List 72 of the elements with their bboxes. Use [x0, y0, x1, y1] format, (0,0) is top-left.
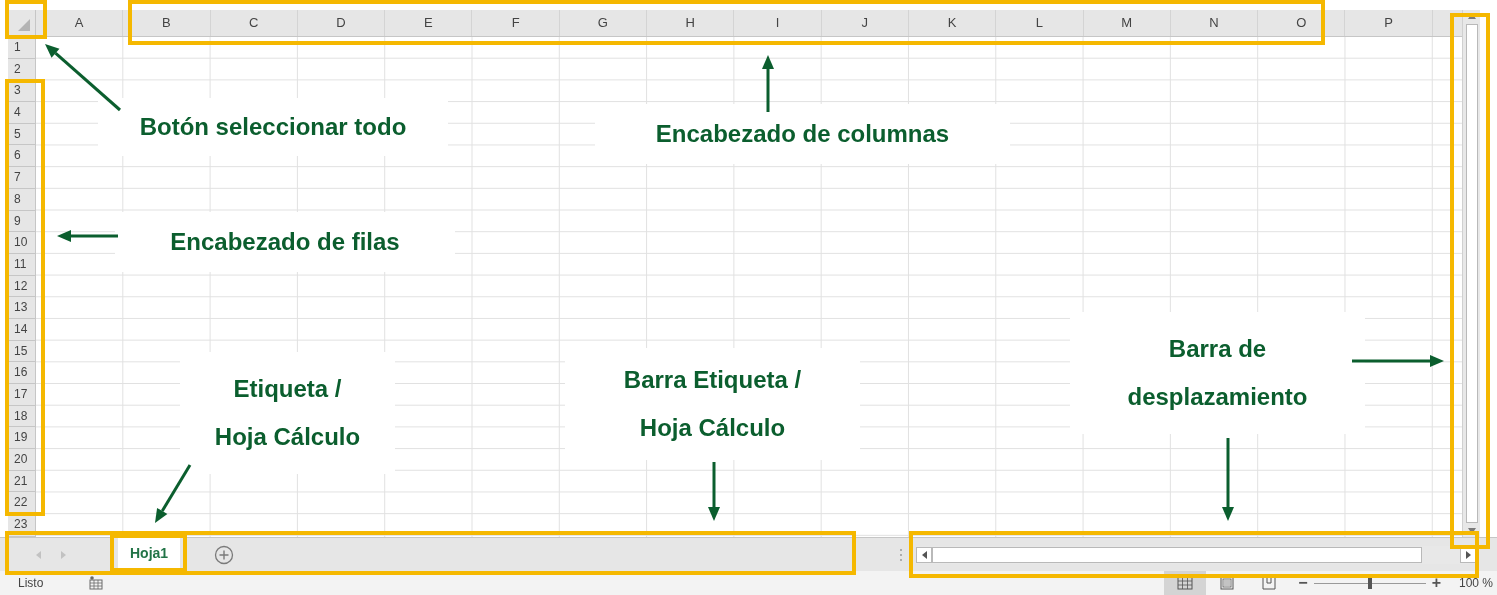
- row-header[interactable]: 14: [14, 321, 28, 336]
- left-arrow-icon[interactable]: [36, 550, 41, 559]
- left-arrow-icon: [921, 550, 927, 559]
- arrow: [762, 55, 774, 112]
- column-header[interactable]: L: [1035, 13, 1044, 33]
- column-header[interactable]: N: [1209, 13, 1219, 33]
- add-sheet-icon[interactable]: [214, 544, 235, 565]
- column-header[interactable]: E: [424, 13, 433, 33]
- row-header[interactable]: 12: [14, 278, 28, 293]
- column-header[interactable]: D: [336, 13, 346, 33]
- annotation-label: Encabezado de filas: [115, 212, 455, 272]
- column-header[interactable]: J: [861, 13, 869, 33]
- row-header[interactable]: 2: [14, 61, 21, 76]
- row-header[interactable]: 10: [14, 235, 28, 250]
- zoom-in-button[interactable]: +: [1431, 575, 1441, 591]
- zoom-out-button[interactable]: −: [1298, 575, 1308, 591]
- row-header[interactable]: 4: [14, 105, 21, 120]
- row-header[interactable]: 5: [14, 126, 21, 141]
- right-arrow-icon[interactable]: [61, 550, 66, 559]
- status-text: Listo: [18, 575, 44, 592]
- row-header[interactable]: 9: [14, 213, 21, 228]
- annotation-label: Barra Etiqueta / Hoja Cálculo: [565, 348, 860, 460]
- row-header[interactable]: 21: [14, 473, 28, 488]
- arrow: [708, 462, 720, 521]
- scroll-thumb[interactable]: [932, 546, 1423, 563]
- row-header[interactable]: 13: [14, 300, 28, 315]
- row-header[interactable]: 17: [14, 387, 28, 401]
- column-header[interactable]: O: [1296, 13, 1307, 33]
- zoom-level: 100 %: [1458, 575, 1493, 592]
- view-icon: [1219, 576, 1236, 590]
- row-header[interactable]: 19: [14, 430, 28, 445]
- column-header[interactable]: A: [74, 13, 84, 33]
- select-all-icon[interactable]: [18, 19, 30, 31]
- right-arrow-icon: [1465, 550, 1471, 559]
- arrow: [57, 230, 118, 242]
- view-icon: [1261, 576, 1278, 590]
- row-header[interactable]: 6: [14, 148, 21, 163]
- row-header[interactable]: 23: [14, 517, 28, 532]
- row-header[interactable]: 15: [14, 343, 28, 358]
- row-header[interactable]: 3: [14, 83, 21, 98]
- column-header[interactable]: H: [685, 13, 695, 33]
- annotation-label: Barra de desplazamiento: [1070, 312, 1365, 434]
- vertical-scrollbar[interactable]: [1462, 10, 1480, 537]
- scroll-thumb[interactable]: [1465, 24, 1478, 523]
- arrow: [155, 464, 192, 523]
- annotation-label: Encabezado de columnas: [595, 104, 1010, 164]
- down-arrow-icon: [1467, 528, 1476, 534]
- column-header[interactable]: I: [775, 13, 780, 33]
- slider-thumb[interactable]: [1367, 577, 1372, 589]
- column-header[interactable]: C: [249, 13, 259, 33]
- row-header[interactable]: 18: [14, 408, 28, 423]
- column-header[interactable]: G: [597, 13, 608, 33]
- macro-record-icon: [89, 576, 104, 590]
- column-header[interactable]: K: [947, 13, 957, 33]
- row-header[interactable]: 20: [14, 452, 28, 467]
- resize-handle-icon: [900, 548, 903, 561]
- row-header[interactable]: 11: [14, 256, 27, 271]
- annotation-label: Etiqueta / Hoja Cálculo: [180, 352, 395, 474]
- row-header[interactable]: 16: [14, 365, 28, 380]
- row-header[interactable]: 22: [14, 495, 28, 510]
- row-header[interactable]: 1: [14, 40, 21, 54]
- column-header[interactable]: B: [162, 13, 171, 33]
- row-header[interactable]: 7: [14, 170, 21, 185]
- horizontal-scrollbar[interactable]: [916, 545, 1477, 564]
- column-header[interactable]: M: [1121, 13, 1133, 33]
- zoom-slider[interactable]: [1313, 577, 1426, 589]
- annotation-label: Botón seleccionar todo: [98, 98, 448, 156]
- column-header[interactable]: F: [511, 13, 520, 33]
- row-header[interactable]: 8: [14, 191, 21, 206]
- view-icon: [1177, 576, 1194, 590]
- highlight-frame: [5, 0, 47, 39]
- column-header[interactable]: P: [1384, 13, 1393, 33]
